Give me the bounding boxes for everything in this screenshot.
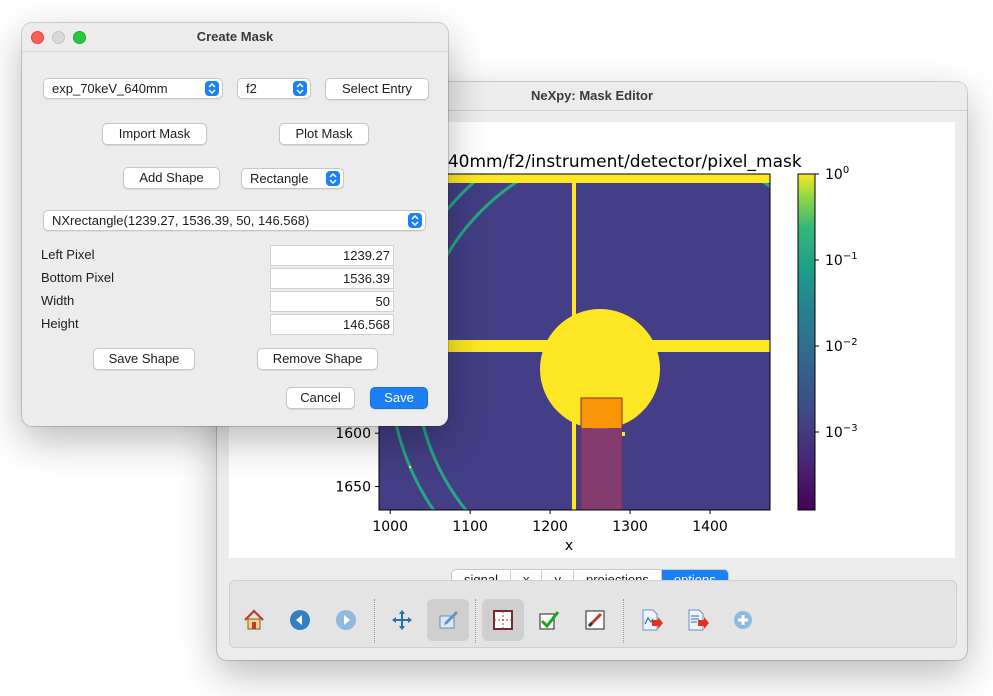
y-tick-label: 1600	[335, 426, 371, 442]
colorbar-tick-label: 10−1	[825, 251, 858, 269]
chevron-updown-icon	[408, 213, 422, 228]
export-data-icon	[688, 609, 709, 631]
shape-select-value: NXrectangle(1239.27, 1536.39, 50, 146.56…	[52, 213, 310, 228]
edit-icon	[439, 611, 458, 629]
x-tick-label: 1300	[612, 519, 648, 535]
minimize-button[interactable]	[52, 31, 65, 44]
create-mask-dialog: Create Mask exp_70keV_640mm f2 Select En…	[22, 23, 448, 426]
chevron-updown-icon	[326, 171, 340, 186]
shape-type-select[interactable]: Rectangle	[241, 168, 344, 189]
x-tick-label: 1200	[532, 519, 568, 535]
pan-icon	[392, 610, 412, 630]
height-field[interactable]: 146.568	[270, 314, 394, 335]
back-button[interactable]	[279, 599, 321, 641]
colorbar	[797, 173, 816, 511]
colorbar-tick-label: 10−3	[825, 423, 858, 441]
plot-mask-button[interactable]: Plot Mask	[279, 123, 369, 145]
checkmark-button[interactable]	[528, 599, 570, 641]
x-axis: 1000 1100 1200 1300 1400	[372, 510, 728, 535]
export-plot-button[interactable]	[630, 599, 672, 641]
aspect-icon	[493, 610, 513, 630]
y-axis: 1600 1650	[335, 426, 379, 496]
home-button[interactable]	[233, 599, 275, 641]
bottom-pixel-field[interactable]: 1536.39	[270, 268, 394, 289]
zoom-button[interactable]	[73, 31, 86, 44]
add-icon	[734, 611, 752, 629]
forward-icon	[336, 610, 356, 630]
save-button[interactable]: Save	[370, 387, 428, 409]
colorbar-tick-label: 100	[825, 165, 849, 183]
left-pixel-value: 1239.27	[343, 248, 390, 263]
width-label: Width	[41, 293, 75, 308]
pan-button[interactable]	[381, 599, 423, 641]
brush-button[interactable]	[574, 599, 616, 641]
cancel-button[interactable]: Cancel	[286, 387, 355, 409]
export-plot-icon	[642, 609, 663, 631]
height-label: Height	[41, 316, 79, 331]
y-tick-label: 1650	[335, 480, 371, 496]
left-pixel-label: Left Pixel	[41, 247, 95, 262]
home-icon	[244, 609, 264, 630]
forward-button[interactable]	[325, 599, 367, 641]
x-tick-label: 1000	[372, 519, 408, 535]
import-mask-button[interactable]: Import Mask	[102, 123, 207, 145]
colorbar-axis: 100 10−1 10−2 10−3	[815, 165, 858, 441]
export-data-button[interactable]	[676, 599, 718, 641]
entry-select[interactable]: exp_70keV_640mm	[43, 78, 223, 99]
x-tick-label: 1400	[692, 519, 728, 535]
edit-button[interactable]	[427, 599, 469, 641]
back-icon	[290, 610, 310, 630]
brush-icon	[585, 610, 605, 630]
hot-pixel	[622, 432, 625, 436]
toolbar-separator	[475, 599, 476, 643]
bottom-pixel-value: 1536.39	[343, 271, 390, 286]
width-value: 50	[375, 294, 390, 309]
select-entry-button[interactable]: Select Entry	[325, 78, 429, 100]
plot-toolbar	[229, 580, 957, 648]
mask-rectangle-overlap	[581, 398, 622, 428]
left-pixel-field[interactable]: 1239.27	[270, 245, 394, 266]
save-shape-button[interactable]: Save Shape	[93, 348, 195, 370]
add-shape-button[interactable]: Add Shape	[123, 167, 220, 189]
window-controls	[31, 31, 86, 44]
x-axis-label: x	[565, 538, 573, 554]
x-tick-label: 1100	[452, 519, 488, 535]
shape-select[interactable]: NXrectangle(1239.27, 1536.39, 50, 146.56…	[43, 210, 426, 231]
subentry-select[interactable]: f2	[237, 78, 311, 99]
colorbar-tick-label: 10−2	[825, 337, 858, 355]
entry-select-value: exp_70keV_640mm	[52, 81, 168, 96]
remove-shape-button[interactable]: Remove Shape	[257, 348, 378, 370]
hot-pixel	[409, 466, 411, 468]
height-value: 146.568	[343, 317, 390, 332]
chevron-updown-icon	[293, 81, 307, 96]
checkmark-icon	[539, 611, 560, 630]
toolbar-separator	[374, 599, 375, 643]
add-button[interactable]	[722, 599, 764, 641]
bottom-pixel-label: Bottom Pixel	[41, 270, 114, 285]
shape-type-select-value: Rectangle	[250, 171, 309, 186]
width-field[interactable]: 50	[270, 291, 394, 312]
chevron-updown-icon	[205, 81, 219, 96]
aspect-button[interactable]	[482, 599, 524, 641]
plot-title: 640mm/f2/instrument/detector/pixel_mask	[437, 152, 802, 172]
close-button[interactable]	[31, 31, 44, 44]
subentry-select-value: f2	[246, 81, 257, 96]
toolbar-separator	[623, 599, 624, 643]
